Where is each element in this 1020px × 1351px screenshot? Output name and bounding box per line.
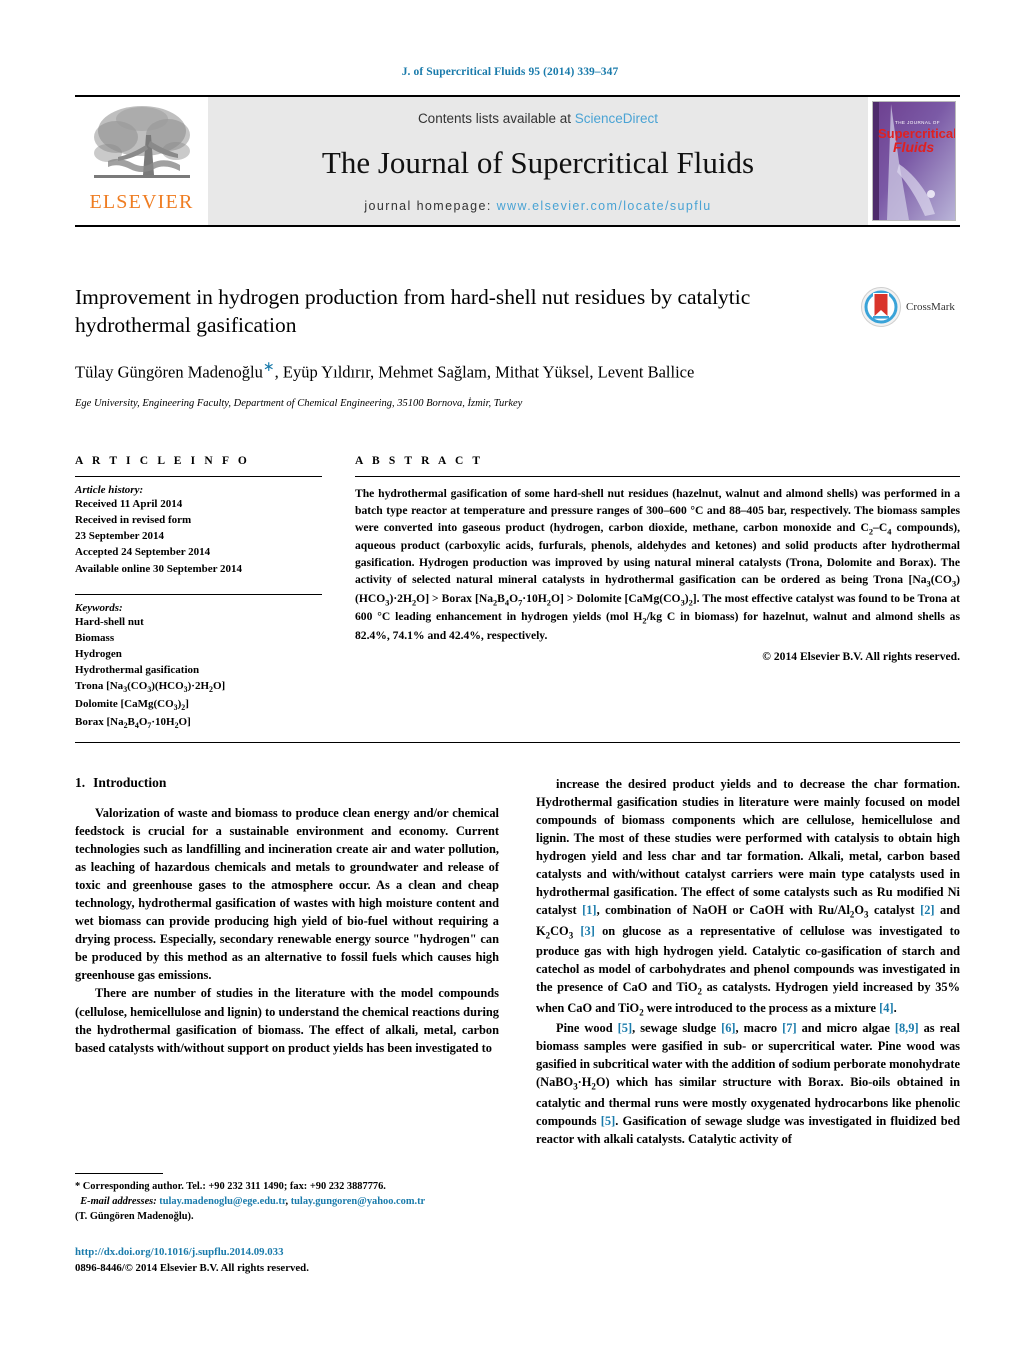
history-item: Received in revised form	[75, 514, 192, 527]
citation-link[interactable]: [2]	[920, 903, 934, 917]
crossmark-badge[interactable]: CrossMark	[860, 284, 960, 330]
article-info-column: A R T I C L E I N F O Article history: R…	[75, 455, 322, 732]
homepage-label: journal homepage:	[364, 199, 492, 213]
keyword-item: Biomass	[75, 631, 115, 644]
email-label: E-mail addresses:	[80, 1195, 157, 1207]
masthead-bottom-rule	[75, 225, 960, 227]
footnote-rule	[75, 1173, 163, 1174]
paper-page: J. of Supercritical Fluids 95 (2014) 339…	[0, 0, 1020, 1351]
body-column-left: 1. Introduction Valorization of waste and…	[75, 775, 499, 1148]
elsevier-logo: ELSEVIER	[75, 97, 208, 225]
keyword-item: Hydrogen	[75, 648, 122, 661]
citation-link[interactable]: [8,9]	[895, 1021, 919, 1035]
abstract-heading: A B S T R A C T	[355, 455, 484, 467]
citation-link[interactable]: [5]	[601, 1114, 615, 1128]
abstract-column: A B S T R A C T The hydrothermal gasific…	[322, 455, 960, 732]
corresponding-author-marker: ∗	[262, 359, 275, 375]
footnote-block: * Corresponding author. Tel.: +90 232 31…	[75, 1173, 499, 1224]
section-heading-introduction: 1. Introduction	[75, 775, 499, 791]
citation-link[interactable]: [5]	[618, 1021, 632, 1035]
keyword-item: Hydrothermal gasification	[75, 664, 200, 677]
sciencedirect-link[interactable]: ScienceDirect	[575, 111, 658, 126]
elsevier-tree-icon	[93, 106, 190, 178]
article-history-label: Article history:	[75, 484, 144, 496]
masthead-center: Contents lists available at ScienceDirec…	[208, 97, 868, 225]
history-item: 23 September 2014	[75, 530, 165, 543]
running-head: J. of Supercritical Fluids 95 (2014) 339…	[401, 66, 619, 78]
corresponding-author-note: * Corresponding author. Tel.: +90 232 31…	[75, 1181, 386, 1192]
email-link-primary[interactable]: tulay.madenoglu@ege.edu.tr	[159, 1196, 285, 1207]
body-divider-rule	[75, 742, 960, 743]
citation-link[interactable]: [7]	[782, 1021, 796, 1035]
email-link-secondary[interactable]: tulay.gungoren@yahoo.com.tr	[291, 1196, 425, 1207]
paragraph: Valorization of waste and biomass to pro…	[75, 806, 499, 983]
citation-link[interactable]: [4]	[879, 1001, 893, 1015]
page-title: Improvement in hydrogen production from …	[75, 285, 751, 338]
contents-available-line: Contents lists available at ScienceDirec…	[418, 111, 658, 126]
homepage-url-link[interactable]: www.elsevier.com/locate/supflu	[497, 199, 712, 213]
abstract-copyright: © 2014 Elsevier B.V. All rights reserved…	[762, 649, 960, 663]
history-item: Accepted 24 September 2014	[75, 546, 211, 559]
section-title: Introduction	[93, 775, 167, 790]
article-info-rule	[75, 476, 322, 477]
citation-link[interactable]: [3]	[580, 924, 594, 938]
doi-link[interactable]: http://dx.doi.org/10.1016/j.supflu.2014.…	[75, 1245, 505, 1261]
email-owner: (T. Güngören Madenoğlu).	[75, 1210, 194, 1222]
paragraph: There are number of studies in the liter…	[75, 986, 499, 1055]
keywords-rule	[75, 593, 322, 595]
section-number: 1.	[75, 775, 86, 790]
crossmark-icon	[861, 287, 901, 327]
paragraph: increase the desired product yields and …	[536, 777, 960, 1018]
corresponding-author-name: Tülay Güngören Madenoğlu	[75, 362, 263, 382]
author-list: Tülay Güngören Madenoğlu∗, Eyüp Yıldırır…	[75, 358, 960, 384]
journal-cover-thumbnail: THE JOURNAL OF Supercritical Fluids	[872, 101, 956, 221]
doi-block: http://dx.doi.org/10.1016/j.supflu.2014.…	[75, 1245, 505, 1276]
body-columns: 1. Introduction Valorization of waste and…	[75, 775, 960, 1148]
keywords-label: Keywords:	[75, 601, 123, 614]
svg-text:Fluids: Fluids	[893, 139, 934, 155]
journal-homepage-line: journal homepage: www.elsevier.com/locat…	[364, 199, 711, 213]
journal-cover-art: THE JOURNAL OF Supercritical Fluids	[873, 102, 955, 220]
journal-cover-cell: THE JOURNAL OF Supercritical Fluids	[868, 97, 960, 225]
info-abstract-region: A R T I C L E I N F O Article history: R…	[75, 455, 960, 732]
article-info-heading: A R T I C L E I N F O	[75, 455, 250, 467]
contents-prefix: Contents lists available at	[417, 111, 575, 126]
issn-copyright-line: 0896-8446/© 2014 Elsevier B.V. All right…	[75, 1261, 309, 1274]
author-affiliation: Ege University, Engineering Faculty, Dep…	[75, 398, 523, 410]
svg-text:THE JOURNAL OF: THE JOURNAL OF	[895, 120, 940, 125]
journal-title: The Journal of Supercritical Fluids	[321, 145, 755, 181]
citation-link[interactable]: [6]	[721, 1021, 735, 1035]
history-item: Received 11 April 2014	[75, 498, 183, 510]
body-column-right: increase the desired product yields and …	[536, 775, 960, 1148]
abstract-rule	[355, 476, 960, 477]
keyword-item: Trona [Na3(CO3)(HCO3)·2H2O]	[75, 680, 226, 695]
paragraph: Pine wood [5], sewage sludge [6], macro …	[536, 1021, 961, 1146]
abstract-text: The hydrothermal gasification of some ha…	[355, 487, 960, 642]
email-note: E-mail addresses: tulay.madenoglu@ege.ed…	[80, 1195, 426, 1207]
keyword-item: Dolomite [CaMg(CO3)2]	[75, 698, 189, 713]
elsevier-wordmark: ELSEVIER	[89, 191, 194, 213]
keyword-item: Hard-shell nut	[75, 615, 144, 628]
coauthor-names: , Eyüp Yıldırır, Mehmet Sağlam, Mithat Y…	[274, 362, 695, 382]
keyword-item: Borax [Na2B4O7·10H2O]	[75, 716, 191, 731]
journal-masthead: ELSEVIER Contents lists available at Sci…	[75, 95, 960, 227]
crossmark-label: CrossMark	[906, 301, 955, 313]
citation-link[interactable]: [1]	[582, 903, 596, 917]
history-item: Available online 30 September 2014	[75, 562, 243, 575]
title-block: Improvement in hydrogen production from …	[75, 283, 960, 409]
